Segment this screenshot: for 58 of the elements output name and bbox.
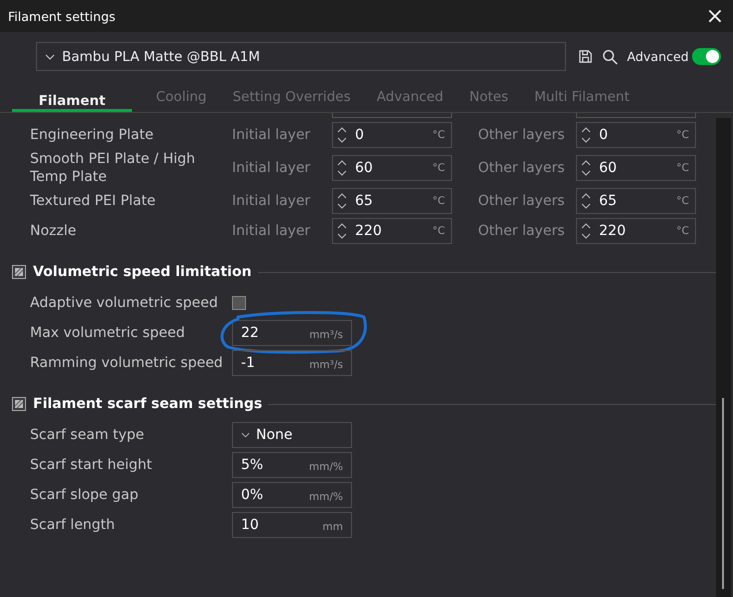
setting-label: Textured PEI Plate — [30, 192, 156, 210]
field-label: Other layers — [478, 223, 566, 239]
spin-arrows-icon — [581, 126, 591, 144]
spin-field[interactable]: 60 °C — [576, 155, 696, 181]
input-field[interactable]: -1 mm³/s — [232, 350, 352, 376]
spin-field[interactable]: 220 °C — [576, 218, 696, 244]
setting-label: Ramming volumetric speed — [30, 355, 224, 371]
section-title: Filament scarf seam settings — [33, 396, 262, 412]
spin-arrows-icon — [581, 192, 591, 210]
input-field[interactable]: 5% mm/% — [232, 452, 352, 478]
chevron-down-icon — [45, 54, 55, 60]
field-label: Initial layer — [232, 127, 312, 143]
spin-arrows-icon — [337, 126, 347, 144]
field-label: Other layers — [478, 160, 566, 176]
field-label: Other layers — [478, 127, 566, 143]
save-icon[interactable] — [578, 49, 593, 64]
setting-label: Scarf length — [30, 517, 116, 533]
close-button[interactable]: × — [697, 0, 733, 32]
spin-field[interactable]: 0 °C — [576, 122, 696, 148]
search-icon[interactable] — [602, 48, 618, 64]
spin-arrows-icon — [581, 159, 591, 177]
spin-arrows-icon — [337, 159, 347, 177]
tab[interactable]: Filament — [12, 93, 132, 112]
setting-label: Smooth PEI Plate / High Temp Plate — [30, 150, 196, 186]
input-field[interactable]: 10 mm — [232, 512, 352, 538]
checkbox[interactable] — [232, 296, 246, 310]
setting-label: Scarf start height — [30, 457, 153, 473]
setting-label: Engineering Plate — [30, 126, 154, 144]
field-label: Initial layer — [232, 160, 312, 176]
chevron-down-icon — [241, 432, 250, 438]
hatched-square-icon[interactable] — [12, 397, 26, 411]
spin-field[interactable]: 65 °C — [576, 188, 696, 214]
spin-arrows-icon — [581, 222, 591, 240]
input-field[interactable]: 0% mm/% — [232, 482, 352, 508]
preset-dropdown[interactable]: Bambu PLA Matte @BBL A1M — [36, 42, 566, 71]
field-label: Initial layer — [232, 193, 312, 209]
dropdown[interactable]: None — [232, 422, 352, 448]
setting-label: Scarf slope gap — [30, 487, 140, 503]
setting-label: Nozzle — [30, 222, 78, 240]
setting-label: Max volumetric speed — [30, 325, 186, 341]
advanced-toggle[interactable] — [692, 48, 721, 65]
spin-field[interactable]: 60 °C — [332, 155, 452, 181]
spin-field[interactable]: 0 °C — [332, 122, 452, 148]
section-title: Volumetric speed limitation — [33, 264, 252, 280]
spin-arrows-icon — [337, 222, 347, 240]
hatched-square-icon[interactable] — [12, 265, 26, 279]
field-label: Other layers — [478, 193, 566, 209]
input-field[interactable]: 22 mm³/s — [232, 320, 352, 346]
spin-field[interactable]: 65 °C — [332, 188, 452, 214]
window-title: Filament settings — [8, 8, 116, 24]
advanced-label: Advanced — [627, 49, 689, 64]
setting-label: Adaptive volumetric speed — [30, 295, 219, 311]
setting-label: Scarf seam type — [30, 427, 146, 443]
spin-field[interactable]: 220 °C — [332, 218, 452, 244]
field-label: Initial layer — [232, 223, 312, 239]
spin-arrows-icon — [337, 192, 347, 210]
scrollbar-thumb[interactable] — [722, 398, 724, 589]
preset-name: Bambu PLA Matte @BBL A1M — [62, 48, 260, 64]
